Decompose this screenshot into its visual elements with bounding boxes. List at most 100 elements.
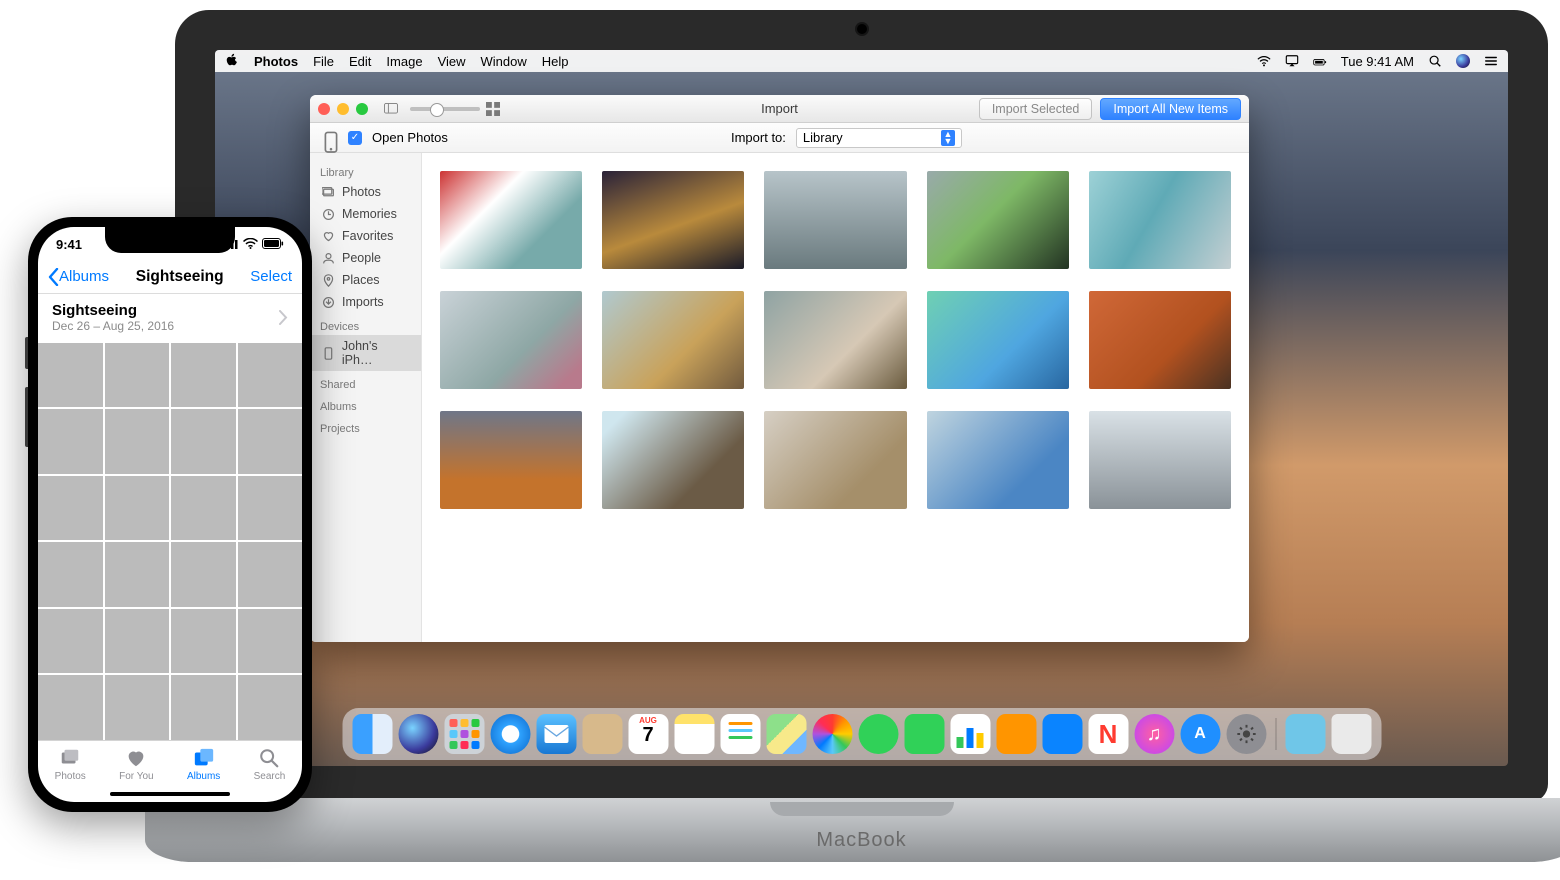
dock-app-facetime[interactable] bbox=[904, 714, 944, 754]
siri-icon[interactable] bbox=[1456, 54, 1470, 68]
import-thumbnail[interactable] bbox=[1089, 171, 1231, 269]
sidebar-item-memories[interactable]: Memories bbox=[310, 203, 421, 225]
dock-app-mail[interactable] bbox=[536, 714, 576, 754]
photo-thumbnail[interactable] bbox=[238, 675, 303, 740]
photo-thumbnail[interactable] bbox=[105, 409, 170, 474]
menubar-app-name[interactable]: Photos bbox=[254, 54, 298, 69]
apple-menu[interactable] bbox=[225, 53, 239, 70]
photo-thumbnail[interactable] bbox=[238, 476, 303, 541]
import-thumbnail[interactable] bbox=[927, 411, 1069, 509]
window-minimize-button[interactable] bbox=[337, 103, 349, 115]
menubar-item-image[interactable]: Image bbox=[386, 54, 422, 69]
photo-thumbnail[interactable] bbox=[171, 675, 236, 740]
window-fullscreen-button[interactable] bbox=[356, 103, 368, 115]
sidebar-item-photos[interactable]: Photos bbox=[310, 181, 421, 203]
dock-app-launchpad[interactable] bbox=[444, 714, 484, 754]
photo-thumbnail[interactable] bbox=[105, 675, 170, 740]
menubar-item-edit[interactable]: Edit bbox=[349, 54, 371, 69]
import-thumbnail[interactable] bbox=[764, 291, 906, 389]
import-thumbnail[interactable] bbox=[927, 171, 1069, 269]
dock-app-calendar[interactable]: AUG7 bbox=[628, 714, 668, 754]
sidebar-item-places[interactable]: Places bbox=[310, 269, 421, 291]
menubar-item-file[interactable]: File bbox=[313, 54, 334, 69]
dock-app-keynote[interactable] bbox=[1042, 714, 1082, 754]
photo-thumbnail[interactable] bbox=[238, 609, 303, 674]
sidebar-item-imports[interactable]: Imports bbox=[310, 291, 421, 313]
dock-app-messages[interactable] bbox=[858, 714, 898, 754]
tab-photos[interactable]: Photos bbox=[55, 747, 86, 782]
dock-app-news[interactable]: N bbox=[1088, 714, 1128, 754]
open-photos-checkbox[interactable]: ✓ bbox=[348, 131, 362, 145]
dock-app-photos[interactable] bbox=[812, 714, 852, 754]
menubar-item-window[interactable]: Window bbox=[481, 54, 527, 69]
photo-thumbnail[interactable] bbox=[38, 609, 103, 674]
photo-thumbnail[interactable] bbox=[171, 476, 236, 541]
dock-app-reminders[interactable] bbox=[720, 714, 760, 754]
photo-thumbnail[interactable] bbox=[171, 542, 236, 607]
dock-app-appstore[interactable]: A bbox=[1180, 714, 1220, 754]
photo-thumbnail[interactable] bbox=[38, 476, 103, 541]
import-thumbnail[interactable] bbox=[1089, 411, 1231, 509]
photo-thumbnail[interactable] bbox=[171, 609, 236, 674]
dock-trash[interactable] bbox=[1331, 714, 1371, 754]
dock-app-pages[interactable] bbox=[996, 714, 1036, 754]
dock-app-contacts[interactable] bbox=[582, 714, 622, 754]
dock-app-itunes[interactable]: ♫ bbox=[1134, 714, 1174, 754]
import-thumbnail[interactable] bbox=[440, 171, 582, 269]
sidebar-item-device-iphone[interactable]: John's iPh… bbox=[310, 335, 421, 371]
photo-thumbnail[interactable] bbox=[38, 675, 103, 740]
import-to-select[interactable]: Library ▲▼ bbox=[796, 128, 962, 148]
thumbnail-size-slider[interactable] bbox=[410, 107, 480, 111]
menubar-clock[interactable]: Tue 9:41 AM bbox=[1341, 54, 1414, 69]
sidebar-section-shared[interactable]: Shared bbox=[310, 377, 421, 393]
tab-albums[interactable]: Albums bbox=[187, 747, 220, 782]
album-header-row[interactable]: Sightseeing Dec 26 – Aug 25, 2016 bbox=[38, 294, 302, 343]
photo-thumbnail[interactable] bbox=[105, 343, 170, 408]
wifi-icon[interactable] bbox=[1257, 54, 1271, 68]
import-thumbnail[interactable] bbox=[440, 291, 582, 389]
select-button[interactable]: Select bbox=[250, 268, 292, 285]
import-thumbnail[interactable] bbox=[602, 171, 744, 269]
import-thumbnail[interactable] bbox=[764, 171, 906, 269]
dock-app-system-preferences[interactable] bbox=[1226, 714, 1266, 754]
photo-thumbnail[interactable] bbox=[171, 409, 236, 474]
import-all-button[interactable]: Import All New Items bbox=[1100, 98, 1241, 120]
tab-search[interactable]: Search bbox=[254, 747, 286, 782]
sidebar-section-projects[interactable]: Projects bbox=[310, 421, 421, 437]
battery-icon[interactable] bbox=[1313, 54, 1327, 68]
photo-thumbnail[interactable] bbox=[38, 542, 103, 607]
menubar-item-view[interactable]: View bbox=[438, 54, 466, 69]
sidebar-toggle-icon[interactable] bbox=[384, 102, 398, 116]
sidebar-item-people[interactable]: People bbox=[310, 247, 421, 269]
menubar-item-help[interactable]: Help bbox=[542, 54, 569, 69]
photo-thumbnail[interactable] bbox=[105, 476, 170, 541]
window-close-button[interactable] bbox=[318, 103, 330, 115]
dock-folder-downloads[interactable] bbox=[1285, 714, 1325, 754]
import-thumbnail[interactable] bbox=[764, 411, 906, 509]
dock-app-safari[interactable] bbox=[490, 714, 530, 754]
notification-center-icon[interactable] bbox=[1484, 54, 1498, 68]
dock-app-siri[interactable] bbox=[398, 714, 438, 754]
photo-thumbnail[interactable] bbox=[238, 343, 303, 408]
photo-thumbnail[interactable] bbox=[238, 542, 303, 607]
import-thumbnail[interactable] bbox=[440, 411, 582, 509]
dock-app-numbers[interactable] bbox=[950, 714, 990, 754]
tab-for-you[interactable]: For You bbox=[119, 747, 153, 782]
photo-thumbnail[interactable] bbox=[38, 409, 103, 474]
sidebar-section-albums[interactable]: Albums bbox=[310, 399, 421, 415]
import-thumbnail[interactable] bbox=[602, 291, 744, 389]
photo-thumbnail[interactable] bbox=[105, 542, 170, 607]
photo-thumbnail[interactable] bbox=[105, 609, 170, 674]
airplay-icon[interactable] bbox=[1285, 54, 1299, 68]
grid-view-icon[interactable] bbox=[486, 102, 500, 116]
import-thumbnail[interactable] bbox=[1089, 291, 1231, 389]
photo-thumbnail[interactable] bbox=[38, 343, 103, 408]
spotlight-icon[interactable] bbox=[1428, 54, 1442, 68]
import-thumbnail[interactable] bbox=[927, 291, 1069, 389]
dock-app-finder[interactable] bbox=[352, 714, 392, 754]
dock-app-maps[interactable] bbox=[766, 714, 806, 754]
home-indicator[interactable] bbox=[110, 792, 230, 796]
sidebar-item-favorites[interactable]: Favorites bbox=[310, 225, 421, 247]
photo-thumbnail[interactable] bbox=[171, 343, 236, 408]
back-button[interactable]: Albums bbox=[48, 268, 109, 286]
